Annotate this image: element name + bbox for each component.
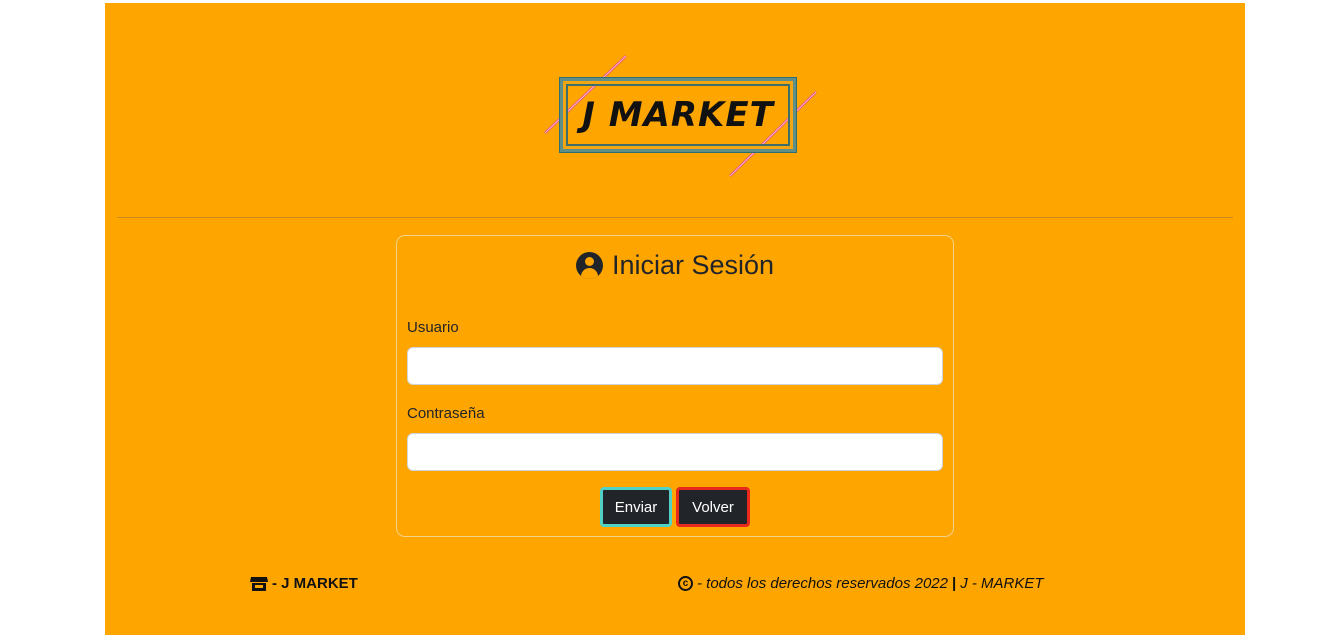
submit-button[interactable]: Enviar [600,487,672,527]
login-title: Iniciar Sesión [397,250,953,281]
username-label: Usuario [407,319,459,336]
page-panel: J MARKET Iniciar Sesión Usuario Contrase… [105,3,1245,635]
password-label: Contraseña [407,405,485,422]
footer-separator: | [951,575,957,592]
store-icon [250,576,268,591]
footer-brand-text: - J MARKET [272,575,358,592]
logo-text: J MARKET [582,95,774,135]
username-input[interactable] [407,347,943,385]
login-title-text: Iniciar Sesión [611,250,775,280]
copyright-brand: J - MARKET [960,575,1044,592]
footer-brand: - J MARKET [250,575,358,592]
password-input[interactable] [407,433,943,471]
login-card: Iniciar Sesión Usuario Contraseña Enviar… [396,235,954,537]
copyright-icon: c [678,576,693,591]
header-divider [117,217,1233,218]
back-button[interactable]: Volver [676,487,750,527]
footer-copyright: c - todos los derechos reservados 2022 |… [678,575,1044,592]
user-circle-icon [575,252,603,279]
logo: J MARKET [540,48,820,183]
copyright-text: - todos los derechos reservados 2022 [697,575,948,592]
